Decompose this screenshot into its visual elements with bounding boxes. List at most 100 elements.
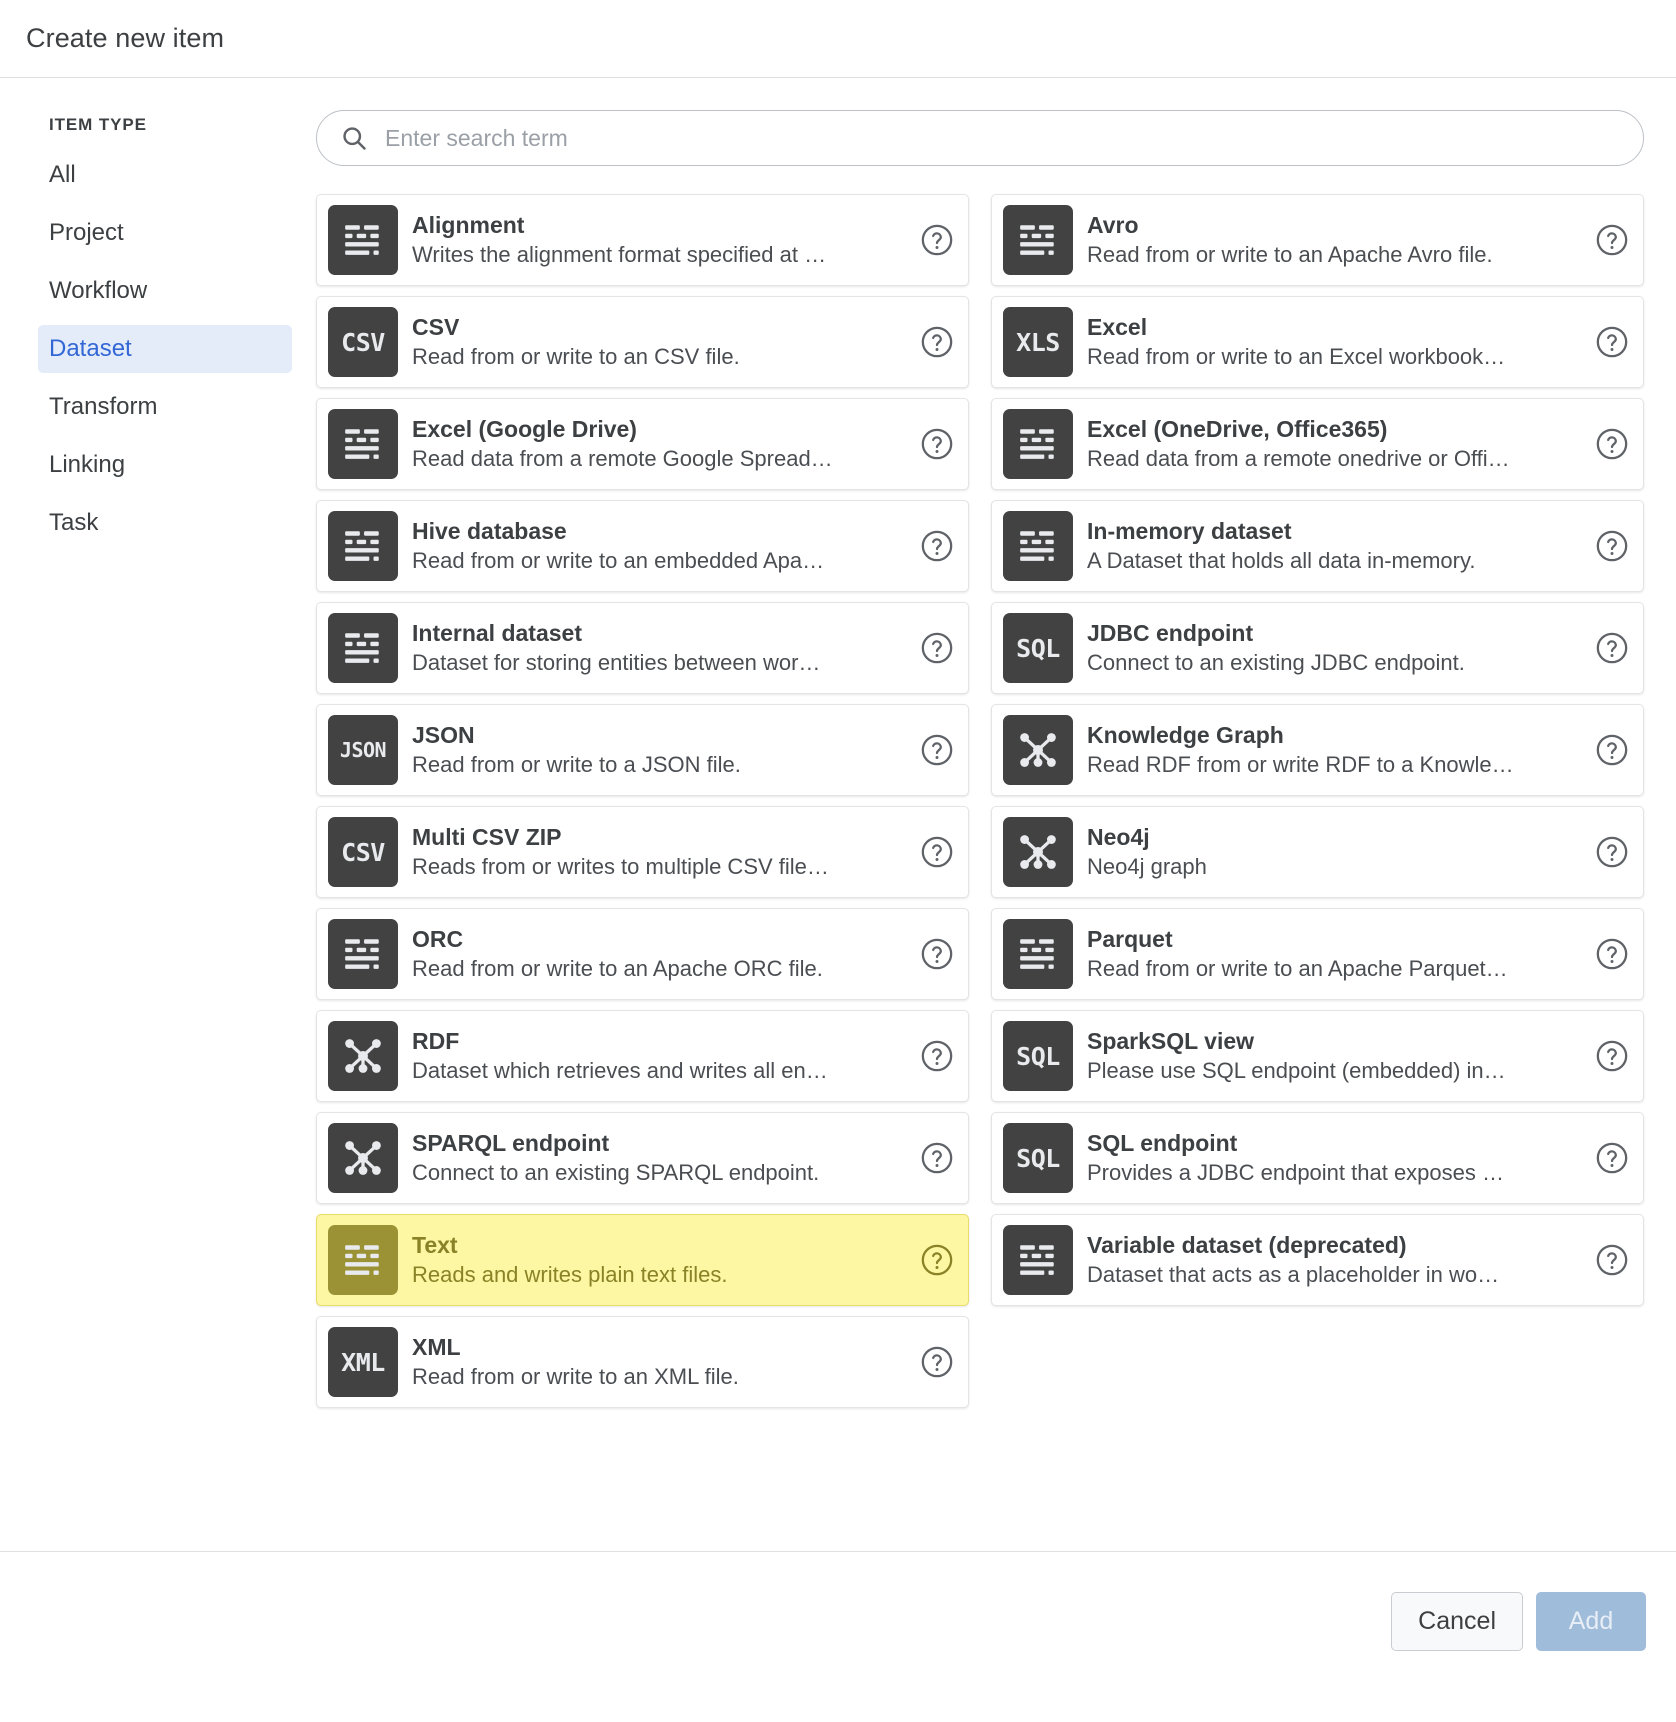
help-icon[interactable] <box>920 1039 954 1073</box>
help-icon[interactable] <box>920 427 954 461</box>
dataset-doc-icon <box>328 613 398 683</box>
item-type-card[interactable]: SQL SQL endpoint Provides a JDBC endpoint … <box>991 1112 1644 1204</box>
item-type-card[interactable]: RDF Dataset which retrieves and writes al… <box>316 1010 969 1102</box>
json-icon: JSON <box>328 715 398 785</box>
card-title: SparkSQL view <box>1087 1028 1255 1055</box>
item-type-card[interactable]: Internal dataset Dataset for storing enti… <box>316 602 969 694</box>
add-button[interactable]: Add <box>1536 1591 1646 1651</box>
help-icon[interactable] <box>1595 223 1629 257</box>
card-title: XML <box>412 1334 461 1361</box>
card-slot: SQL SparkSQL view Please use SQL endpoint … <box>991 1010 1644 1102</box>
item-type-card[interactable]: Knowledge Graph Read RDF from or write RD… <box>991 704 1644 796</box>
card-slot: XLS Excel Read from or write to an Excel w… <box>991 296 1644 388</box>
sidebar-item-project[interactable]: Project <box>38 209 292 257</box>
card-text: ORC Read from or write to an Apache ORC f… <box>412 925 920 983</box>
card-text: Internal dataset Dataset for storing enti… <box>412 619 920 677</box>
icon-label: SQL <box>1016 1041 1060 1071</box>
sidebar-item-all[interactable]: All <box>38 151 292 199</box>
sidebar-item-workflow[interactable]: Workflow <box>38 267 292 315</box>
csv-icon: CSV <box>328 817 398 887</box>
card-slot: Neo4j Neo4j graph <box>991 806 1644 898</box>
sidebar-heading: ITEM TYPE <box>49 115 147 134</box>
help-icon[interactable] <box>920 835 954 869</box>
card-slot: Excel (Google Drive) Read data from a rem… <box>316 398 969 490</box>
document-lines-icon <box>345 1245 379 1275</box>
card-title: JDBC endpoint <box>1087 620 1254 647</box>
dataset-doc-icon <box>1003 409 1073 479</box>
help-icon[interactable] <box>1595 835 1629 869</box>
help-icon[interactable] <box>920 937 954 971</box>
help-icon[interactable] <box>920 733 954 767</box>
sidebar-item-dataset[interactable]: Dataset <box>38 325 292 373</box>
item-type-card[interactable]: In-memory dataset A Dataset that holds al… <box>991 500 1644 592</box>
item-type-card[interactable]: Parquet Read from or write to an Apache P… <box>991 908 1644 1000</box>
card-title: SPARQL endpoint <box>412 1130 610 1157</box>
sidebar-item-linking[interactable]: Linking <box>38 441 292 489</box>
item-type-card[interactable]: ORC Read from or write to an Apache ORC f… <box>316 908 969 1000</box>
item-type-card[interactable]: Hive database Read from or write to an em… <box>316 500 969 592</box>
item-type-card[interactable]: Avro Read from or write to an Apache Avro… <box>991 194 1644 286</box>
dataset-doc-icon <box>328 1225 398 1295</box>
cancel-button[interactable]: Cancel <box>1391 1591 1523 1651</box>
search-input[interactable] <box>316 110 1644 166</box>
item-type-cards-area: Alignment Writes the alignment format spe… <box>292 110 1652 1551</box>
sidebar-item-task[interactable]: Task <box>38 499 292 547</box>
page-title: Create new item <box>26 23 225 53</box>
help-icon[interactable] <box>920 529 954 563</box>
item-type-card[interactable]: Neo4j Neo4j graph <box>991 806 1644 898</box>
item-type-card[interactable]: SQL JDBC endpoint Connect to an existing J… <box>991 602 1644 694</box>
item-type-card[interactable]: Text Reads and writes plain text files. <box>316 1214 969 1306</box>
card-text: Alignment Writes the alignment format spe… <box>412 211 920 269</box>
item-type-card[interactable]: Alignment Writes the alignment format spe… <box>316 194 969 286</box>
icon-label: XLS <box>1016 327 1060 357</box>
card-slot: Hive database Read from or write to an em… <box>316 500 969 592</box>
help-icon[interactable] <box>920 223 954 257</box>
card-description: Read data from a remote Google Spread… <box>412 446 833 472</box>
dataset-doc-icon <box>328 205 398 275</box>
help-icon[interactable] <box>1595 1141 1629 1175</box>
item-type-card[interactable]: XML XML Read from or write to an XML file. <box>316 1316 969 1408</box>
card-slot: RDF Dataset which retrieves and writes al… <box>316 1010 969 1102</box>
graph-icon <box>1003 817 1073 887</box>
item-type-card[interactable]: XLS Excel Read from or write to an Excel w… <box>991 296 1644 388</box>
help-icon[interactable] <box>920 1141 954 1175</box>
card-slot: XML XML Read from or write to an XML file. <box>316 1316 969 1408</box>
help-icon[interactable] <box>1595 937 1629 971</box>
card-description: Read from or write to an Apache Avro fil… <box>1087 242 1493 268</box>
item-type-card[interactable]: Variable dataset (deprecated) Dataset tha… <box>991 1214 1644 1306</box>
help-icon[interactable] <box>920 1345 954 1379</box>
card-slot: JSON JSON Read from or write to a JSON fil… <box>316 704 969 796</box>
card-description: Please use SQL endpoint (embedded) in… <box>1087 1058 1506 1084</box>
csv-icon: CSV <box>328 307 398 377</box>
card-title: Parquet <box>1087 926 1173 953</box>
card-title: Neo4j <box>1087 824 1150 851</box>
help-icon[interactable] <box>920 325 954 359</box>
sidebar-item-transform[interactable]: Transform <box>38 383 292 431</box>
document-lines-icon <box>345 225 379 255</box>
help-icon[interactable] <box>1595 631 1629 665</box>
card-description: Dataset which retrieves and writes all e… <box>412 1058 828 1084</box>
item-type-card[interactable]: Excel (OneDrive, Office365) Read data fro… <box>991 398 1644 490</box>
item-type-card[interactable]: SQL SparkSQL view Please use SQL endpoint … <box>991 1010 1644 1102</box>
card-description: Read from or write to an XML file. <box>412 1364 739 1390</box>
item-type-card[interactable]: JSON JSON Read from or write to a JSON fil… <box>316 704 969 796</box>
item-type-card[interactable]: SPARQL endpoint Connect to an existing SP… <box>316 1112 969 1204</box>
help-icon[interactable] <box>1595 427 1629 461</box>
help-icon[interactable] <box>920 1243 954 1277</box>
xls-icon: XLS <box>1003 307 1073 377</box>
document-lines-icon <box>1020 531 1054 561</box>
item-type-sidebar: ITEM TYPE All Project Workflow Dataset Trans… <box>24 110 292 1551</box>
card-description: A Dataset that holds all data in-memory. <box>1087 548 1476 574</box>
item-type-card[interactable]: Excel (Google Drive) Read data from a rem… <box>316 398 969 490</box>
help-icon[interactable] <box>1595 1243 1629 1277</box>
help-icon[interactable] <box>1595 733 1629 767</box>
help-icon[interactable] <box>1595 325 1629 359</box>
card-slot: Internal dataset Dataset for storing enti… <box>316 602 969 694</box>
help-icon[interactable] <box>920 631 954 665</box>
card-title: Avro <box>1087 212 1139 239</box>
help-icon[interactable] <box>1595 529 1629 563</box>
card-description: Reads from or writes to multiple CSV fil… <box>412 854 829 880</box>
help-icon[interactable] <box>1595 1039 1629 1073</box>
item-type-card[interactable]: CSV Multi CSV ZIP Reads from or writes to … <box>316 806 969 898</box>
item-type-card[interactable]: CSV CSV Read from or write to an CSV file. <box>316 296 969 388</box>
